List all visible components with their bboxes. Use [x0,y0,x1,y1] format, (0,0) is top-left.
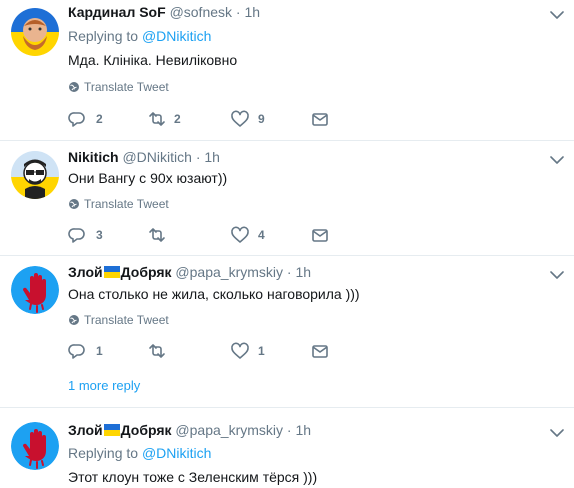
globe-icon [68,314,80,326]
like-button[interactable]: 1 [230,342,265,360]
translate-label: Translate Tweet [84,313,169,327]
display-name-part[interactable]: Злой [68,422,103,438]
tweet-header: Злой Добряк @papa_krymskiy · 1h [68,422,311,438]
timestamp[interactable]: 1h [244,4,260,20]
ukraine-flag-icon [103,266,120,278]
dm-button[interactable] [310,226,330,244]
avatar[interactable] [11,266,59,314]
replying-to: Replying to @DNikitich [68,445,211,461]
timestamp[interactable]: 1h [295,264,311,280]
like-count: 9 [258,112,265,126]
tweet-text: Она столько не жила, сколько наговорила … [68,286,360,302]
reply-count: 1 [96,344,103,358]
replying-to-label: Replying to [68,445,139,461]
reply-icon [68,112,85,127]
retweet-button[interactable] [146,342,174,360]
like-count: 4 [258,228,265,242]
heart-icon [231,226,249,243]
separator-dot: · [286,422,292,438]
retweet-count: 2 [174,112,181,126]
separator-dot: · [286,264,292,280]
dm-button[interactable] [310,110,330,128]
tweet-header: Nikitich @DNikitich · 1h [68,149,220,165]
reply-icon [68,344,85,359]
red-hand-icon [11,422,59,470]
more-replies-link[interactable]: 1 more reply [68,378,140,393]
translate-label: Translate Tweet [84,80,169,94]
reply-button[interactable]: 3 [68,226,103,244]
display-name-part[interactable]: Добряк [121,264,172,280]
avatar-image [11,8,59,56]
envelope-icon [312,229,328,242]
tweet[interactable]: Кардинал SoF @sofnesk · 1h Replying to @… [0,0,574,140]
user-handle[interactable]: @papa_krymskiy [175,264,283,280]
tweet-header: Кардинал SoF @sofnesk · 1h [68,4,260,20]
timestamp[interactable]: 1h [204,149,220,165]
ukraine-flag-icon [103,424,120,436]
reply-count: 2 [96,112,103,126]
retweet-icon [149,344,165,358]
tweet[interactable]: Злой Добряк @papa_krymskiy · 1h Replying … [0,408,574,488]
globe-icon [68,81,80,93]
user-handle[interactable]: @papa_krymskiy [175,422,283,438]
chevron-down-icon[interactable] [550,428,564,438]
dm-button[interactable] [310,342,330,360]
reply-button[interactable]: 2 [68,110,103,128]
translate-tweet[interactable]: Translate Tweet [68,197,169,211]
display-name[interactable]: Nikitich [68,149,119,165]
reply-count: 3 [96,228,103,242]
retweet-icon [149,228,165,242]
tweet[interactable]: Злой Добряк @papa_krymskiy · 1h Она столь… [0,256,574,406]
retweet-button[interactable] [146,226,174,244]
reply-icon [68,228,85,243]
reply-button[interactable]: 1 [68,342,103,360]
replying-to-label: Replying to [68,28,139,44]
timestamp[interactable]: 1h [295,422,311,438]
tweet[interactable]: Nikitich @DNikitich · 1h Они Вангу с 90х… [0,141,574,255]
replying-to: Replying to @DNikitich [68,28,211,44]
avatar[interactable] [11,151,59,199]
chevron-down-icon[interactable] [550,10,564,20]
avatar-image [11,151,59,199]
like-button[interactable]: 9 [230,110,265,128]
display-name[interactable]: Кардинал SoF [68,4,166,20]
chevron-down-icon[interactable] [550,155,564,165]
replying-to-link[interactable]: @DNikitich [142,28,211,44]
chevron-down-icon[interactable] [550,270,564,280]
tweet-header: Злой Добряк @papa_krymskiy · 1h [68,264,311,280]
user-handle[interactable]: @DNikitich [122,149,191,165]
avatar[interactable] [11,422,59,470]
heart-icon [231,342,249,359]
red-hand-icon [11,266,59,314]
envelope-icon [312,345,328,358]
like-count: 1 [258,344,265,358]
user-handle[interactable]: @sofnesk [170,4,232,20]
globe-icon [68,198,80,210]
like-button[interactable]: 4 [230,226,265,244]
tweet-text: Они Вангу с 90х юзают)) [68,170,228,186]
replying-to-link[interactable]: @DNikitich [142,445,211,461]
envelope-icon [312,113,328,126]
display-name-part[interactable]: Злой [68,264,103,280]
separator-dot: · [195,149,201,165]
avatar[interactable] [11,8,59,56]
separator-dot: · [235,4,241,20]
translate-tweet[interactable]: Translate Tweet [68,313,169,327]
tweet-text: Этот клоун тоже с Зеленским тёрся ))) [68,469,318,485]
tweet-text: Мда. Клініка. Невиліковно [68,52,238,68]
translate-label: Translate Tweet [84,197,169,211]
display-name-part[interactable]: Добряк [121,422,172,438]
retweet-icon [149,112,165,126]
translate-tweet[interactable]: Translate Tweet [68,80,169,94]
retweet-button[interactable]: 2 [146,110,181,128]
heart-icon [231,110,249,127]
